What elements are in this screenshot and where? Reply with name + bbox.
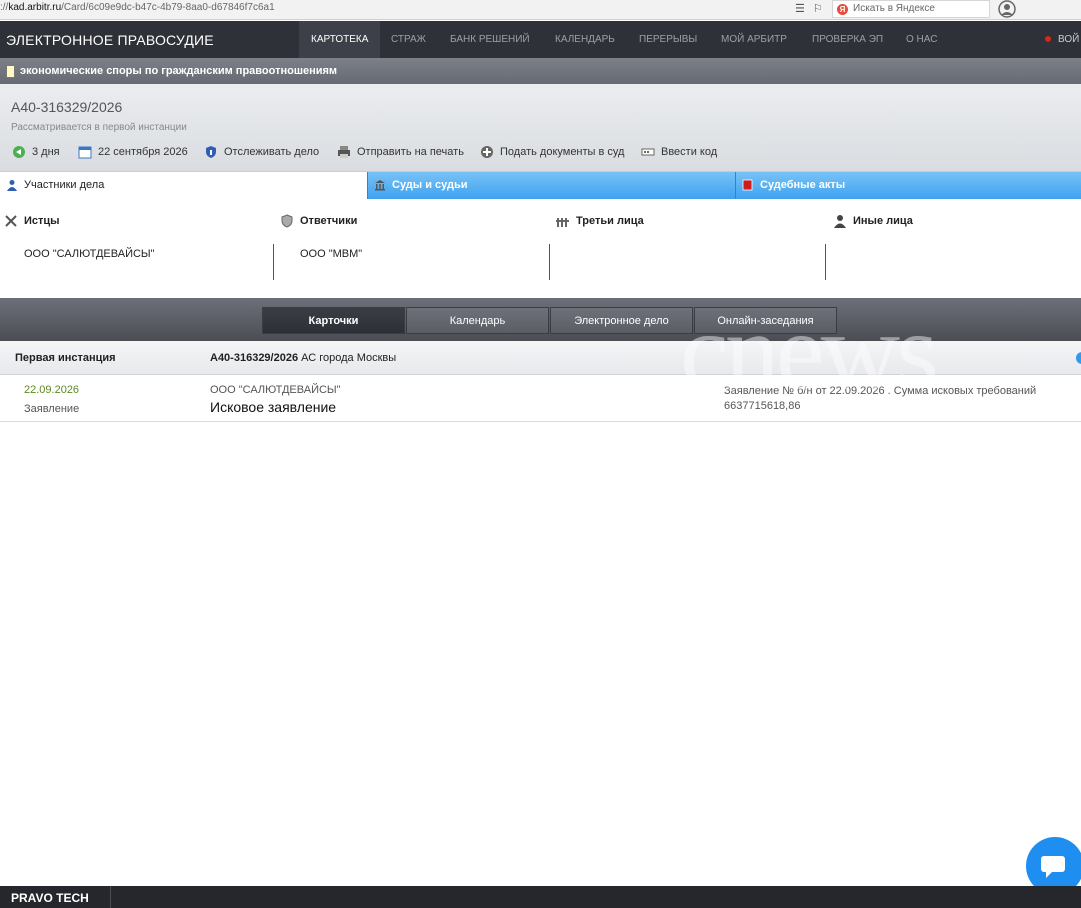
tab-participants[interactable]: Участники дела [0,172,367,199]
site-brand[interactable]: ЭЛЕКТРОННОЕ ПРАВОСУДИЕ [6,32,214,48]
fence-icon [556,218,569,227]
url-domain: kad.arbitr.ru [8,2,62,13]
reader-icon[interactable]: ☰ [795,2,805,15]
duration-indicator: 3 дня [12,145,60,159]
enter-code-button[interactable]: Ввести код [641,145,717,159]
nav-calendar[interactable]: КАЛЕНДАРЬ [543,21,627,58]
shield-icon [281,214,293,228]
print-label: Отправить на печать [357,146,464,158]
column-divider [549,244,550,280]
event-type: Заявление [24,403,80,415]
address-bar[interactable]: ://kad.arbitr.ru/Card/6c09e9dc-b47c-4b79… [0,2,275,13]
red-document-icon [742,179,753,191]
arrow-back-icon [13,146,25,158]
case-status: Рассматривается в первой инстанции [11,122,187,133]
defendants-heading: Ответчики [300,215,358,227]
document-icon [6,65,15,78]
login-link[interactable]: ВОЙ [1058,21,1079,58]
footer-divider [110,886,111,908]
courthouse-icon [375,180,385,191]
printer-icon [338,146,350,158]
person-icon [7,180,17,191]
instance-title: Первая инстанция [15,352,116,364]
case-header: А40-316329/2026 Рассматривается в первой… [0,84,1081,172]
instance-case: А40-316329/2026 АС города Москвы [210,352,396,364]
nav-kartoteka[interactable]: КАРТОТЕКА [299,21,381,58]
footer-brand[interactable]: PRAVO TECH [11,891,89,905]
event-organization: ООО "САЛЮТДЕВАЙСЫ" [210,384,341,396]
plus-circle-icon [481,146,493,158]
tab-courts[interactable]: Суды и судьи [367,172,735,199]
defendant-name[interactable]: ООО "МВМ" [300,248,362,260]
tab-court-acts[interactable]: Судебные акты [735,172,1081,199]
info-icon[interactable] [1076,352,1081,364]
track-case-label: Отслеживать дело [224,146,320,158]
case-number: А40-316329/2026 [11,99,123,115]
crossed-swords-icon [5,215,17,227]
submit-documents-label: Подать документы в суд [500,146,625,158]
url-path: /Card/6c09e9dc-b47c-4b79-8aa0-d67846f7c6… [61,2,275,13]
category-bar: экономические споры по гражданским право… [0,58,1081,84]
yandex-logo-icon: Я [837,4,848,15]
defendants-column: Ответчики ООО "МВМ" [276,199,552,281]
plaintiff-name[interactable]: ООО "САЛЮТДЕВАЙСЫ" [24,248,155,260]
footer-bar: PRAVO TECH [0,886,1081,908]
yandex-search-input[interactable]: Я Искать в Яндексе [832,0,990,18]
shield-icon [206,146,216,158]
tab-court-acts-label: Судебные акты [760,179,846,191]
other-persons-column: Иные лица [829,199,1081,281]
third-parties-heading: Третьи лица [576,215,644,227]
user-avatar-icon[interactable] [997,0,1017,18]
nav-about[interactable]: О НАС [894,21,949,58]
track-case-button[interactable]: Отслеживать дело [204,145,319,159]
event-title[interactable]: Исковое заявление [210,399,336,415]
event-date: 22.09.2026 [24,384,80,396]
subnav-calendar[interactable]: Календарь [406,307,549,334]
nav-my-arbiter[interactable]: МОЙ АРБИТР [709,21,799,58]
subnav-electronic-case[interactable]: Электронное дело [550,307,693,334]
plaintiffs-column: Истцы ООО "САЛЮТДЕВАЙСЫ" [0,199,276,281]
calendar-icon [78,146,92,159]
keyboard-icon [641,148,655,156]
nav-bank-decisions[interactable]: БАНК РЕШЕНИЙ [438,21,542,58]
tab-courts-label: Суды и судьи [392,179,468,191]
nav-ep-check[interactable]: ПРОВЕРКА ЭП [800,21,895,58]
person-icon [834,215,846,228]
instance-court: АС города Москвы [301,352,397,364]
case-category: экономические споры по гражданским право… [20,65,338,77]
duration-text: 3 дня [32,146,60,158]
column-divider [825,244,826,280]
enter-code-label: Ввести код [661,146,718,158]
third-parties-column: Третьи лица [552,199,828,281]
browser-toolbar: ://kad.arbitr.ru/Card/6c09e9dc-b47c-4b79… [0,0,1081,20]
print-button[interactable]: Отправить на печать [337,145,464,159]
nav-strazh[interactable]: СТРАЖ [379,21,438,58]
date-text: 22 сентября 2026 [98,146,188,158]
top-navigation: ЭЛЕКТРОННОЕ ПРАВОСУДИЕ КАРТОТЕКА СТРАЖ Б… [0,21,1081,58]
submit-documents-button[interactable]: Подать документы в суд [480,145,624,159]
plaintiffs-heading: Истцы [24,215,60,227]
search-placeholder: Искать в Яндексе [853,3,935,14]
subnav-cards[interactable]: Карточки [262,307,405,334]
bookmark-icon[interactable]: ⚐ [813,2,823,15]
instance-case-number: А40-316329/2026 [210,352,299,364]
status-dot-icon [1045,36,1051,42]
date-indicator: 22 сентября 2026 [78,145,188,159]
other-persons-heading: Иные лица [853,215,913,227]
nav-breaks[interactable]: ПЕРЕРЫВЫ [627,21,709,58]
cnews-watermark: cnews [680,290,939,412]
column-divider [273,244,274,280]
tab-participants-label: Участники дела [24,179,105,191]
